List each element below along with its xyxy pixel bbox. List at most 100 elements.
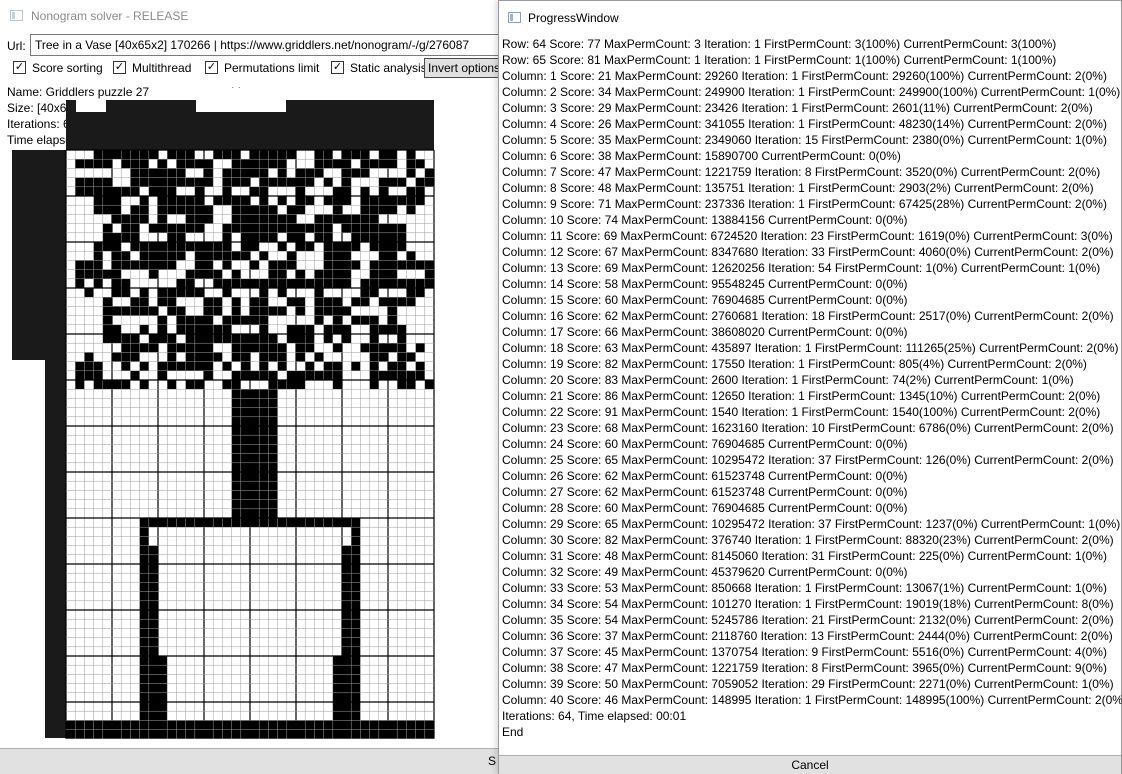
filled-cell bbox=[185, 334, 195, 344]
filled-cell bbox=[259, 343, 269, 353]
filled-cell bbox=[167, 380, 177, 390]
filled-cell bbox=[130, 306, 140, 316]
filled-cell bbox=[158, 177, 168, 187]
filled-cell bbox=[406, 278, 416, 288]
filled-cell bbox=[351, 168, 361, 178]
filled-cell bbox=[102, 729, 112, 739]
filled-cell bbox=[176, 205, 186, 215]
filled-cell bbox=[314, 150, 324, 160]
filled-cell bbox=[222, 729, 232, 739]
filled-cell bbox=[176, 242, 186, 252]
filled-cell bbox=[148, 334, 158, 344]
filled-cell bbox=[314, 232, 324, 242]
filled-cell bbox=[314, 269, 324, 279]
log-line: Column: 35 Score: 54 MaxPermCount: 52457… bbox=[502, 613, 1114, 627]
filled-cell bbox=[250, 150, 260, 160]
filled-cell bbox=[268, 472, 278, 482]
filled-cell bbox=[268, 159, 278, 169]
filled-cell bbox=[93, 361, 103, 371]
filled-cell bbox=[378, 352, 388, 362]
filled-cell bbox=[176, 315, 186, 325]
filled-cell bbox=[259, 426, 269, 436]
filled-cell bbox=[314, 278, 324, 288]
filled-cell bbox=[286, 324, 296, 334]
filled-cell bbox=[102, 159, 112, 169]
filled-cell bbox=[268, 499, 278, 509]
filled-cell bbox=[158, 702, 168, 712]
filled-cell bbox=[231, 729, 241, 739]
permutations-limit-checkbox[interactable]: ✓ bbox=[205, 61, 218, 74]
filled-cell bbox=[351, 242, 361, 252]
filled-cell bbox=[388, 205, 398, 215]
filled-cell bbox=[213, 720, 223, 730]
filled-cell bbox=[406, 352, 416, 362]
filled-cell bbox=[351, 527, 361, 537]
filled-cell bbox=[342, 564, 352, 574]
filled-cell bbox=[250, 481, 260, 491]
progress-titlebar[interactable]: ProgressWindow bbox=[499, 1, 1121, 33]
filled-cell bbox=[93, 242, 103, 252]
filled-cell bbox=[93, 251, 103, 261]
filled-cell bbox=[388, 260, 398, 270]
multithread-checkbox[interactable]: ✓ bbox=[113, 61, 126, 74]
solve-button[interactable]: S bbox=[0, 748, 498, 774]
filled-cell bbox=[342, 159, 352, 169]
filled-cell bbox=[277, 361, 287, 371]
url-input[interactable]: Tree in a Vase [40x65x2] 170266 | https:… bbox=[30, 34, 570, 56]
filled-cell bbox=[305, 177, 315, 187]
filled-cell bbox=[296, 269, 306, 279]
filled-cell bbox=[369, 729, 379, 739]
filled-cell bbox=[112, 380, 122, 390]
filled-cell bbox=[296, 334, 306, 344]
filled-cell bbox=[194, 324, 204, 334]
filled-cell bbox=[332, 159, 342, 169]
filled-cell bbox=[185, 278, 195, 288]
log-line: Column: 7 Score: 47 MaxPermCount: 122175… bbox=[502, 165, 1101, 179]
filled-cell bbox=[378, 242, 388, 252]
filled-cell bbox=[332, 324, 342, 334]
filled-cell bbox=[342, 619, 352, 629]
filled-cell bbox=[240, 729, 250, 739]
filled-cell bbox=[268, 205, 278, 215]
filled-cell bbox=[130, 150, 140, 160]
filled-cell bbox=[360, 196, 370, 206]
filled-cell bbox=[139, 619, 149, 629]
filled-cell bbox=[75, 260, 85, 270]
filled-cell bbox=[185, 352, 195, 362]
filled-cell bbox=[93, 159, 103, 169]
filled-cell bbox=[259, 407, 269, 417]
filled-cell bbox=[342, 729, 352, 739]
filled-cell bbox=[194, 343, 204, 353]
filled-cell bbox=[268, 398, 278, 408]
static-analysis-checkbox[interactable]: ✓ bbox=[331, 61, 344, 74]
filled-cell bbox=[259, 398, 269, 408]
filled-cell bbox=[139, 628, 149, 638]
filled-cell bbox=[268, 481, 278, 491]
filled-cell bbox=[369, 334, 379, 344]
filled-cell bbox=[250, 444, 260, 454]
filled-cell bbox=[75, 370, 85, 380]
progress-window-title: ProgressWindow bbox=[528, 11, 619, 25]
filled-cell bbox=[369, 223, 379, 233]
filled-cell bbox=[286, 334, 296, 344]
filled-cell bbox=[167, 729, 177, 739]
filled-cell bbox=[406, 297, 416, 307]
filled-cell bbox=[84, 370, 94, 380]
filled-cell bbox=[75, 729, 85, 739]
cancel-button[interactable]: Cancel bbox=[499, 755, 1121, 774]
filled-cell bbox=[378, 196, 388, 206]
filled-cell bbox=[194, 518, 204, 528]
filled-cell bbox=[167, 361, 177, 371]
filled-cell bbox=[268, 380, 278, 390]
filled-cell bbox=[277, 269, 287, 279]
filled-cell bbox=[231, 720, 241, 730]
filled-cell bbox=[369, 288, 379, 298]
filled-cell bbox=[406, 251, 416, 261]
filled-cell bbox=[139, 159, 149, 169]
filled-cell bbox=[240, 334, 250, 344]
filled-cell bbox=[84, 288, 94, 298]
filled-cell bbox=[323, 269, 333, 279]
log-line: Column: 31 Score: 48 MaxPermCount: 81450… bbox=[502, 549, 1107, 563]
filled-cell bbox=[93, 205, 103, 215]
score-sorting-checkbox[interactable]: ✓ bbox=[13, 61, 26, 74]
